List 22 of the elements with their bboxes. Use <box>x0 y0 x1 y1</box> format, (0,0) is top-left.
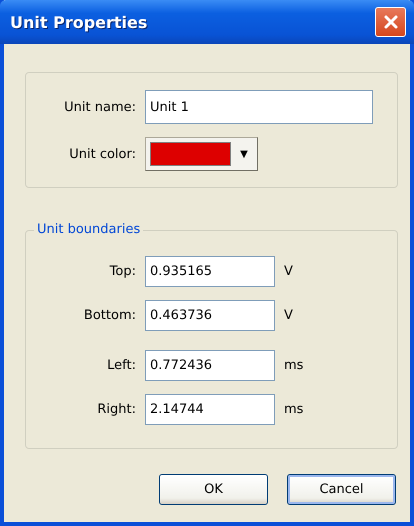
field-label: Left: <box>106 358 136 373</box>
unit-label: ms <box>284 402 304 417</box>
field-label: Bottom: <box>82 308 136 323</box>
field-label: Unit color: <box>68 146 136 162</box>
value-field[interactable]: 2.14744 <box>145 394 275 425</box>
unit-label: ms <box>284 358 304 373</box>
value-field[interactable]: 0.463736 <box>145 300 275 331</box>
value-field[interactable]: 0.772436 <box>145 350 275 381</box>
caret-icon: ▼ <box>231 138 257 170</box>
color-picker[interactable]: ▼ <box>145 137 258 171</box>
field-label: Top: <box>108 264 136 279</box>
name-field[interactable]: Unit 1 <box>145 90 373 124</box>
field-label: Unit name: <box>63 100 136 114</box>
value-field[interactable]: 0.935165 <box>145 256 275 287</box>
field-label: Right: <box>96 402 136 417</box>
window-title: Unit Properties <box>10 12 148 32</box>
ok-button[interactable]: OK <box>159 474 268 505</box>
close-button[interactable] <box>375 7 406 37</box>
unit-label: V <box>284 308 294 323</box>
close-icon <box>382 14 398 30</box>
unit-label: V <box>284 264 294 279</box>
cancel-button[interactable]: Cancel <box>287 474 396 505</box>
